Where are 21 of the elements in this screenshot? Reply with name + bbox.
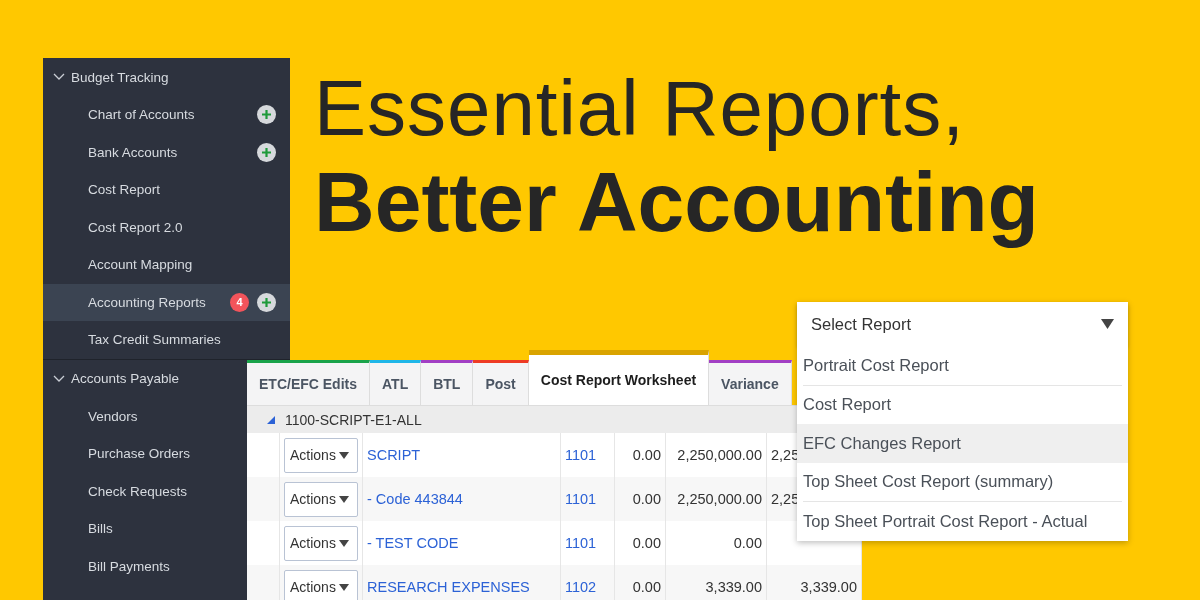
- table-cell: 3,339.00: [767, 565, 862, 600]
- group-label: 1100-SCRIPT-E1-ALL: [285, 411, 422, 428]
- item-label: Chart of Accounts: [88, 107, 196, 123]
- headline: Essential Reports,: [314, 63, 966, 154]
- table-cell: 0.00: [615, 565, 666, 600]
- item-label: Tax Credit Summaries: [88, 332, 222, 348]
- section-label: Accounts Payable: [71, 371, 180, 386]
- item-label: Bills: [88, 521, 114, 537]
- item-label: Bank Accounts: [88, 144, 179, 160]
- item-label: Purchase Orders: [88, 446, 192, 462]
- section-label: Budget Tracking: [71, 69, 169, 85]
- item-label: Bill Payments: [88, 558, 171, 574]
- item-label: Account Mapping: [88, 257, 194, 273]
- count-badge: 4: [230, 292, 249, 312]
- item-label: Check Requests: [88, 483, 189, 499]
- item-label: Vendors: [88, 408, 139, 424]
- item-label: Cost Report 2.0: [88, 219, 184, 235]
- item-label: Cost Report: [88, 182, 162, 198]
- table-cell: 3,339.00: [666, 565, 767, 600]
- item-label: Accounting Reports: [88, 294, 207, 310]
- headline: Better Accounting: [314, 154, 1039, 250]
